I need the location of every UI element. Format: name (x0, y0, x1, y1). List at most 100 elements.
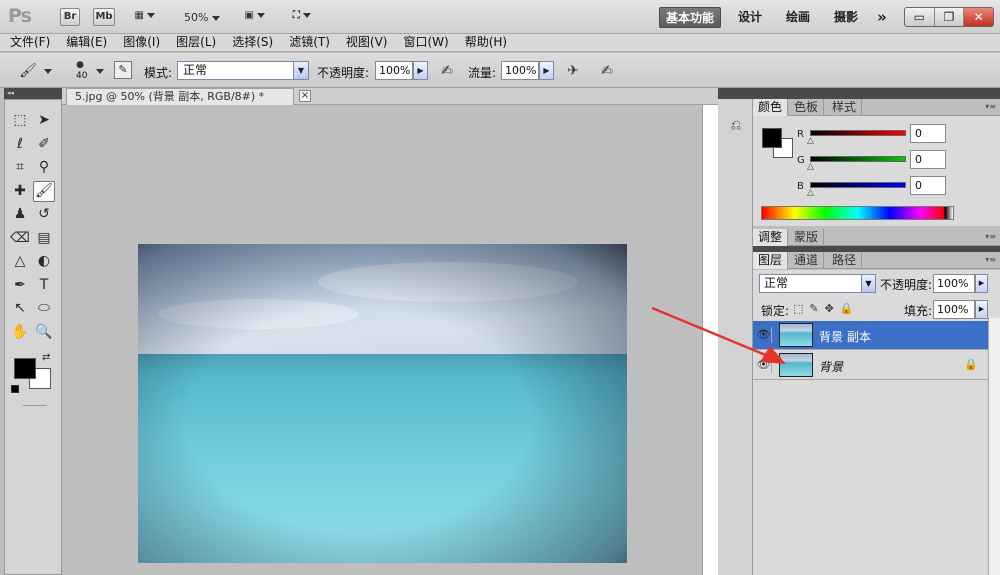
color-panel-foreground-swatch[interactable] (762, 128, 782, 148)
blue-value-input[interactable]: 0 (910, 176, 946, 195)
zoom-level[interactable]: 50% (184, 11, 220, 24)
crop-tool-icon[interactable]: ⌗ (9, 157, 31, 178)
menu-view[interactable]: 视图(V) (336, 34, 394, 51)
screen-mode-button[interactable]: ⛶ (286, 8, 318, 26)
chevron-down-icon[interactable] (44, 69, 52, 74)
menu-file[interactable]: 文件(F) (0, 34, 56, 51)
menu-image[interactable]: 图像(I) (113, 34, 166, 51)
tools-panel-header[interactable]: ◂◂ (4, 88, 62, 99)
menu-window[interactable]: 窗口(W) (393, 34, 454, 51)
chevron-right-icon[interactable]: ▶ (539, 61, 554, 80)
swap-colors-icon[interactable]: ⇄ (42, 352, 50, 363)
slider-thumb-icon[interactable]: △ (807, 136, 814, 146)
document-image[interactable] (138, 244, 627, 563)
blend-mode-select[interactable]: 正常 ▼ (759, 274, 876, 293)
workspace-design[interactable]: 设计 (731, 7, 769, 28)
layers-scrollbar[interactable] (988, 318, 1000, 575)
lasso-tool-icon[interactable]: ℓ (9, 134, 31, 155)
hand-tool-icon[interactable]: ✋ (9, 322, 31, 343)
flow-input[interactable]: 100% ▶ (501, 61, 554, 80)
eyedropper-tool-icon[interactable]: ⚲ (33, 157, 55, 178)
move-tool-icon[interactable]: ➤ (33, 110, 55, 131)
mini-bridge-button[interactable]: Mb (93, 8, 115, 26)
menu-select[interactable]: 选择(S) (222, 34, 279, 51)
lock-pixels-icon[interactable]: ✎ (809, 302, 824, 315)
clone-stamp-tool-icon[interactable]: ♟ (9, 204, 31, 225)
blur-tool-icon[interactable]: △ (9, 251, 31, 272)
lock-position-icon[interactable]: ✥ (825, 302, 840, 315)
workspace-painting[interactable]: 绘画 (779, 7, 817, 28)
canvas-vertical-scrollbar[interactable] (702, 105, 718, 575)
default-colors-icon[interactable] (11, 385, 19, 393)
fill-input[interactable]: 100% ▶ (933, 300, 988, 319)
minimize-button[interactable]: ▭ (905, 8, 935, 26)
pen-tool-icon[interactable]: ✒ (9, 275, 31, 296)
history-brush-tool-icon[interactable]: ↺ (33, 204, 55, 225)
lock-all-icon[interactable]: 🔒 (840, 302, 860, 315)
brush-tool-icon[interactable]: 🖌 (33, 180, 55, 202)
dodge-tool-icon[interactable]: ◐ (33, 251, 55, 272)
layer-row-background-copy[interactable]: 👁 背景 副本 (753, 321, 988, 350)
panel-menu-icon[interactable]: ▾≡ (985, 102, 996, 111)
color-spectrum-bar[interactable] (761, 206, 954, 220)
healing-brush-tool-icon[interactable]: ✚ (9, 181, 31, 202)
chevron-right-icon[interactable]: ▶ (975, 300, 988, 319)
panel-menu-icon[interactable]: ▾≡ (985, 232, 996, 241)
bridge-button[interactable]: Br (60, 8, 80, 26)
zoom-tool-icon[interactable]: 🔍 (33, 322, 55, 343)
chevron-right-icon[interactable]: ▶ (975, 274, 988, 293)
tab-color[interactable]: 颜色 (753, 99, 789, 116)
shape-tool-icon[interactable]: ⬭ (33, 298, 55, 319)
workspace-essentials[interactable]: 基本功能 (659, 7, 721, 28)
slider-thumb-icon[interactable]: △ (807, 162, 814, 172)
tab-swatches[interactable]: 色板 (789, 99, 825, 116)
panel-menu-icon[interactable]: ▾≡ (985, 255, 996, 264)
layer-row-background[interactable]: 👁 背景 🔒 (753, 351, 988, 380)
more-workspaces-button[interactable]: » (872, 7, 892, 28)
opacity-input[interactable]: 100% ▶ (375, 61, 428, 80)
workspace-photography[interactable]: 摄影 (827, 7, 865, 28)
chevron-down-icon[interactable] (96, 69, 104, 74)
mode-select[interactable]: 正常 ▼ (177, 61, 309, 80)
eraser-tool-icon[interactable]: ⌫ (9, 228, 31, 249)
close-button[interactable]: ✕ (964, 8, 994, 26)
chevron-right-icon[interactable]: ▶ (413, 61, 428, 80)
menu-help[interactable]: 帮助(H) (455, 34, 513, 51)
menu-filter[interactable]: 滤镜(T) (279, 34, 336, 51)
dock-header[interactable] (718, 88, 753, 99)
path-selection-tool-icon[interactable]: ↖ (9, 298, 31, 319)
tab-channels[interactable]: 通道 (789, 252, 825, 269)
view-extras-button[interactable]: ▦ (130, 8, 160, 26)
visibility-eye-icon[interactable]: 👁 (756, 357, 772, 373)
document-tab[interactable]: 5.jpg @ 50% (背景 副本, RGB/8#) * × (66, 88, 311, 105)
tab-paths[interactable]: 路径 (827, 252, 863, 269)
layer-opacity-input[interactable]: 100% ▶ (933, 274, 988, 293)
green-slider[interactable] (810, 156, 906, 162)
lock-transparent-icon[interactable]: ⬚ (793, 302, 809, 315)
close-document-icon[interactable]: × (299, 90, 311, 102)
marquee-tool-icon[interactable]: ⬚ (9, 110, 31, 131)
red-value-input[interactable]: 0 (910, 124, 946, 143)
tab-layers[interactable]: 图层 (753, 252, 789, 269)
foreground-color-swatch[interactable] (14, 358, 36, 379)
tablet-pressure-size-icon[interactable]: ✍ (597, 61, 617, 81)
menu-edit[interactable]: 编辑(E) (56, 34, 113, 51)
tool-preset-picker[interactable]: 🖌 (18, 61, 38, 81)
menu-layer[interactable]: 图层(L) (166, 34, 222, 51)
airbrush-icon[interactable]: ✈ (563, 61, 583, 81)
brush-panel-toggle-icon[interactable]: ✎ (114, 61, 132, 79)
gradient-tool-icon[interactable]: ▤ (33, 228, 55, 249)
tab-adjustments[interactable]: 调整 (753, 229, 789, 246)
color-panel-header[interactable] (753, 88, 1000, 99)
tab-masks[interactable]: 蒙版 (789, 229, 825, 246)
blue-slider[interactable] (810, 182, 906, 188)
tablet-pressure-opacity-icon[interactable]: ✍ (437, 61, 457, 81)
restore-button[interactable]: ❐ (935, 8, 965, 26)
visibility-eye-icon[interactable]: 👁 (756, 327, 772, 343)
arrange-documents-button[interactable]: ▣ (240, 8, 270, 26)
history-panel-icon[interactable]: ⎌ (726, 116, 746, 136)
quick-selection-tool-icon[interactable]: ✐ (33, 134, 55, 155)
type-tool-icon[interactable]: T (33, 275, 55, 296)
tab-styles[interactable]: 样式 (827, 99, 863, 116)
red-slider[interactable] (810, 130, 906, 136)
